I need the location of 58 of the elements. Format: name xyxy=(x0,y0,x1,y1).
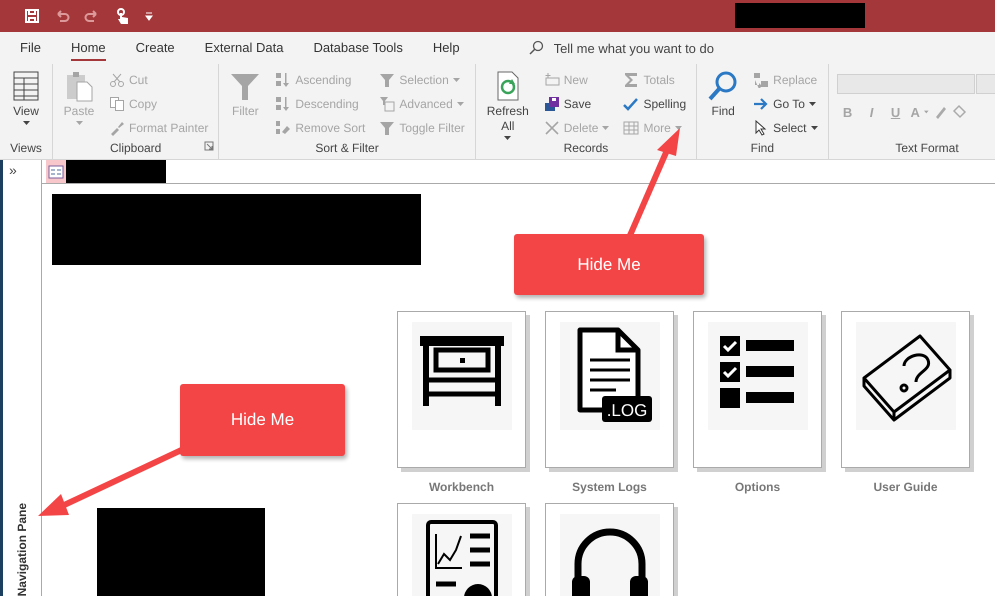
ribbon-button[interactable]: Spelling xyxy=(621,92,688,116)
checklist-icon xyxy=(720,336,794,408)
checkmark-icon xyxy=(623,96,640,112)
headphones-icon xyxy=(572,528,648,596)
group-label: Views xyxy=(9,141,43,157)
sort-icon xyxy=(275,72,292,88)
group-label: Clipboard xyxy=(108,141,162,157)
help-book-icon xyxy=(862,334,951,422)
ribbon-button[interactable]: Refresh All xyxy=(484,68,532,140)
ribbon-button[interactable]: Find xyxy=(705,68,742,140)
brush-icon xyxy=(109,120,125,136)
replace-icon xyxy=(753,72,770,88)
tile-label: System Logs xyxy=(572,479,647,496)
form-tab-icon[interactable] xyxy=(46,160,66,183)
save-icon xyxy=(24,8,40,24)
callout-label: Hide Me xyxy=(514,234,704,295)
customize-icon xyxy=(144,11,154,21)
menu-tab[interactable]: Help xyxy=(432,36,460,60)
expand-button[interactable]: » xyxy=(9,160,21,180)
ribbon-button[interactable]: Select xyxy=(751,116,820,140)
menu-tab[interactable]: External Data xyxy=(204,36,284,60)
search-icon xyxy=(707,70,740,102)
scissors-icon xyxy=(109,72,125,88)
menu-tab[interactable]: Home xyxy=(70,36,106,60)
ribbon-button[interactable]: Go To xyxy=(751,92,820,116)
delete-icon xyxy=(544,120,560,136)
disk-icon xyxy=(544,96,560,112)
menu-tab[interactable]: Database Tools xyxy=(313,36,403,60)
search-icon xyxy=(528,40,544,56)
new-record-icon xyxy=(544,72,560,88)
group-label: Find xyxy=(750,141,775,157)
tile-label: Options xyxy=(734,479,780,496)
callout-label: Hide Me xyxy=(180,384,345,456)
funnel-icon xyxy=(379,120,396,136)
sigma-icon xyxy=(623,72,640,88)
menu-tab[interactable]: Create xyxy=(136,36,175,60)
group-label: Records xyxy=(562,141,610,157)
file-badge-label: .LOG xyxy=(606,401,647,420)
menu-tab[interactable]: File xyxy=(20,36,41,60)
tile-label: User Guide xyxy=(873,479,938,496)
tell-me-field[interactable]: Tell me what you want to do xyxy=(554,40,754,56)
launcher-icon xyxy=(204,141,214,151)
arrow-icon xyxy=(753,96,770,112)
log-file-icon xyxy=(577,328,652,422)
tile-label: Workbench xyxy=(428,479,494,496)
table-icon xyxy=(623,120,640,136)
navigation-pane-label[interactable]: Navigation Pane xyxy=(15,500,29,596)
ribbon-button[interactable]: View xyxy=(8,68,44,140)
touch-icon xyxy=(114,8,130,24)
sort-icon xyxy=(275,96,292,112)
funnel-icon xyxy=(379,96,396,112)
funnel-icon xyxy=(379,72,396,88)
group-label: Sort & Filter xyxy=(314,141,380,157)
desk-icon xyxy=(420,336,504,409)
group-label: Text Format xyxy=(894,141,960,157)
ribbon-button[interactable]: Save xyxy=(542,92,612,116)
copy-icon xyxy=(109,96,125,112)
report-icon xyxy=(426,520,498,596)
